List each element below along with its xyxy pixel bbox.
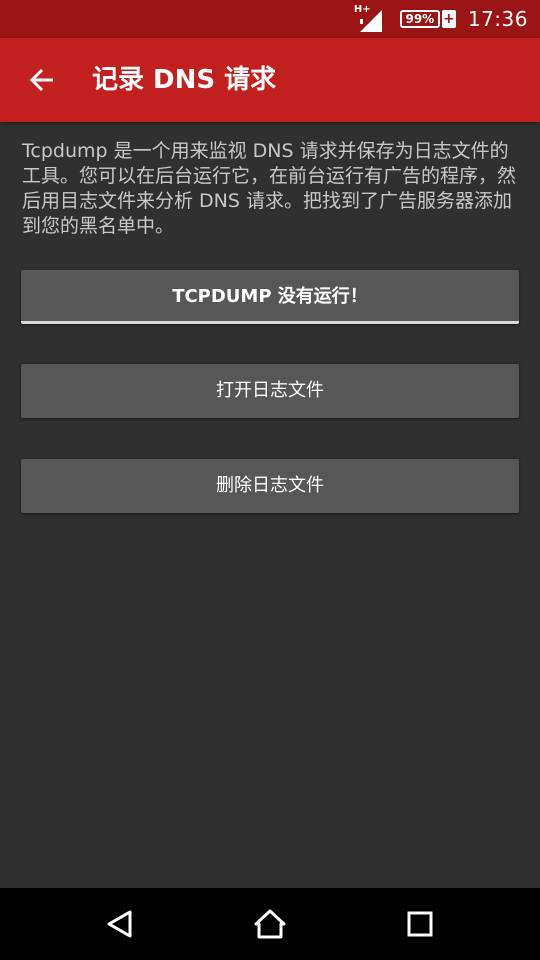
app-bar: 记录 DNS 请求 <box>0 38 540 122</box>
open-log-button[interactable]: 打开日志文件 <box>21 364 519 418</box>
home-icon <box>254 909 286 939</box>
charging-icon: + <box>441 10 456 28</box>
navigation-bar <box>0 888 540 960</box>
back-button[interactable] <box>14 52 70 108</box>
page-title: 记录 DNS 请求 <box>92 65 277 95</box>
clock: 17:36 <box>467 7 528 31</box>
nav-recents-button[interactable] <box>384 888 456 960</box>
nav-back-button[interactable] <box>84 888 156 960</box>
tcpdump-toggle-button[interactable]: TCPDUMP 没有运行！ <box>21 270 519 324</box>
description-text: Tcpdump 是一个用来监视 DNS 请求并保存为日志文件的工具。您可以在后台… <box>22 140 517 237</box>
signal-icon: H+ <box>354 5 386 32</box>
battery-icon: 99% <box>399 10 440 28</box>
square-recents-icon <box>407 911 433 937</box>
battery-indicator: 99% + <box>399 10 456 28</box>
delete-log-button[interactable]: 删除日志文件 <box>21 459 519 513</box>
arrow-left-icon <box>29 68 53 92</box>
nav-home-button[interactable] <box>234 888 306 960</box>
status-bar: H+ 99% + 17:36 <box>0 0 540 38</box>
triangle-back-icon <box>107 910 132 938</box>
status-icons: H+ 99% + 17:36 <box>354 0 528 38</box>
